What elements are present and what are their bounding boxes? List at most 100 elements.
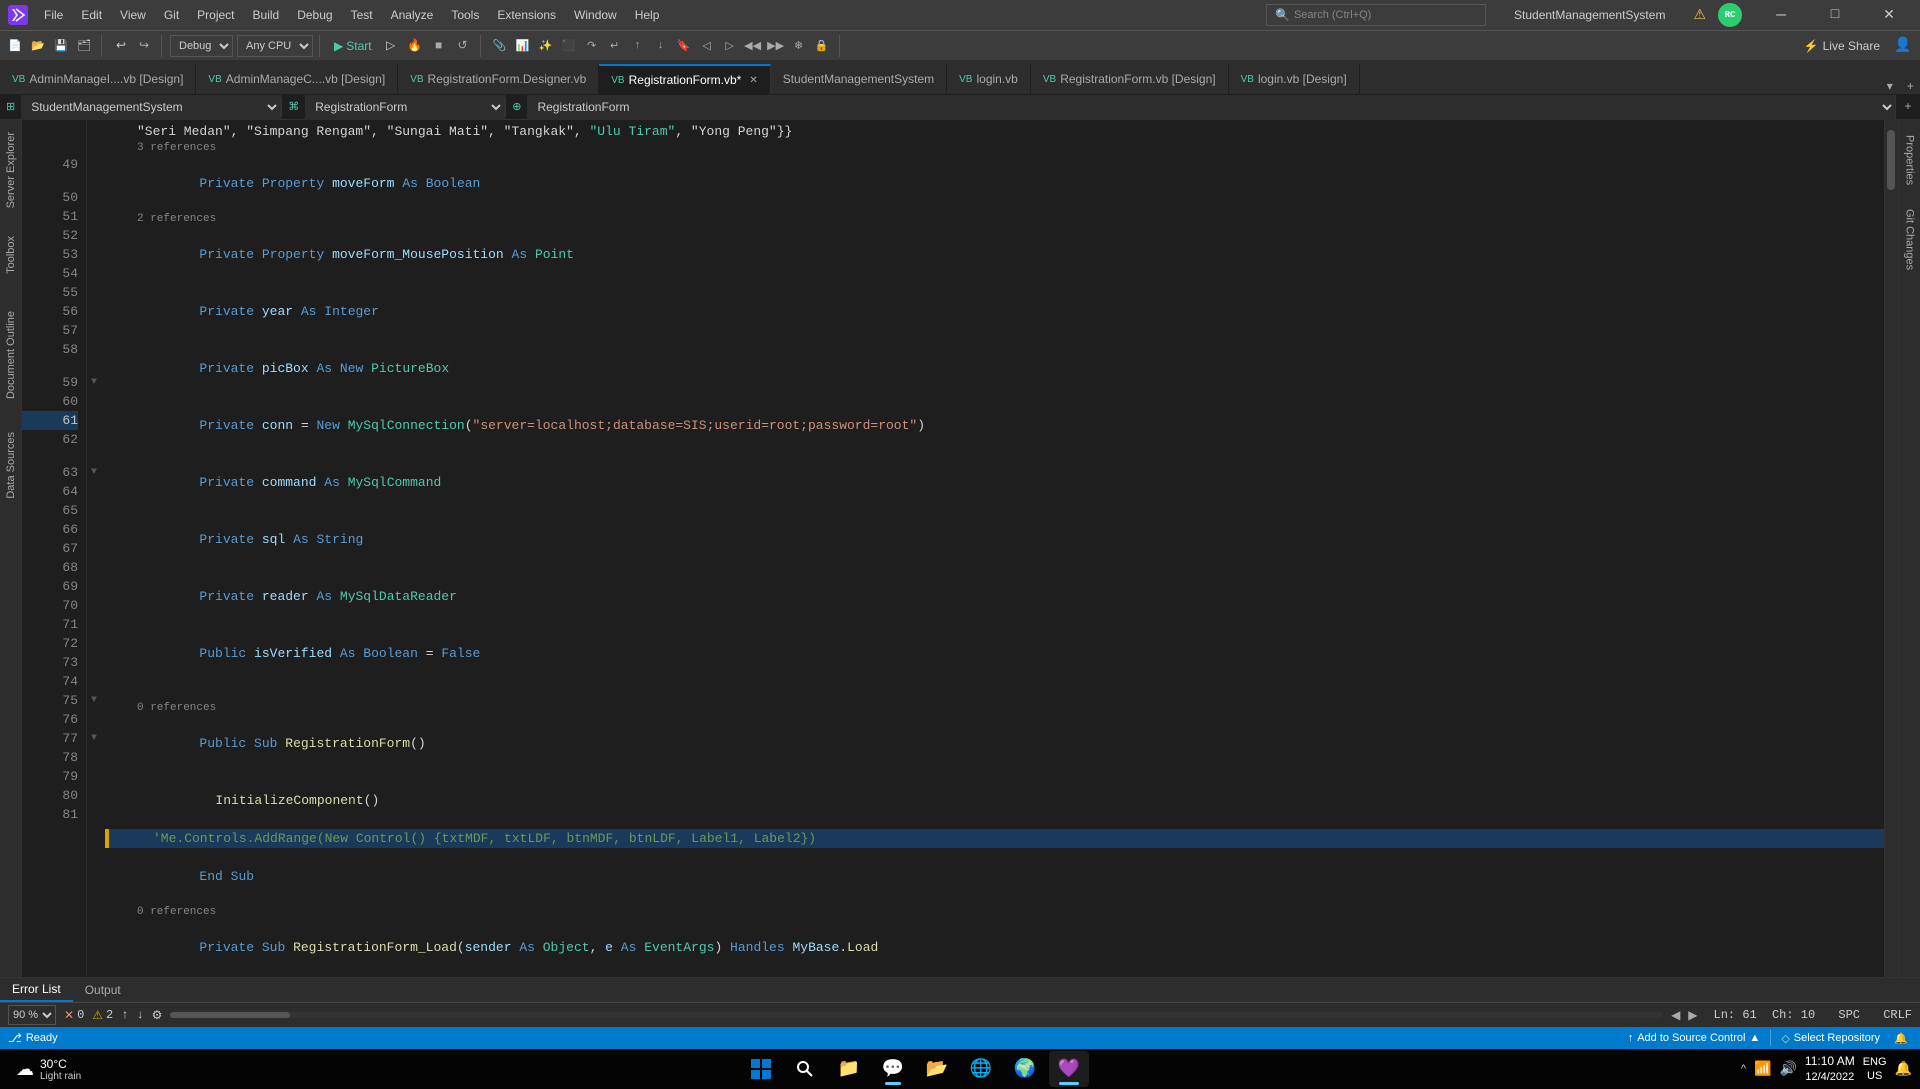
lock-btn[interactable]: 🔒	[811, 35, 833, 57]
attach-btn[interactable]: 📎	[489, 35, 511, 57]
nav-fwd-btn[interactable]: ▷	[719, 35, 741, 57]
tab-login-design[interactable]: VB login.vb [Design]	[1229, 64, 1360, 94]
nav-bw-btn[interactable]: ◀◀	[742, 35, 764, 57]
notification-center-btn[interactable]: 🔔	[1895, 1060, 1912, 1077]
step-over-btn[interactable]: ↷	[581, 35, 603, 57]
menu-git[interactable]: Git	[156, 6, 187, 24]
stop-btn[interactable]: ■	[428, 35, 450, 57]
error-list-tab[interactable]: Error List	[0, 977, 73, 1002]
freeze-btn[interactable]: ❄	[788, 35, 810, 57]
open-btn[interactable]: 📂	[27, 35, 49, 57]
scrollbar-thumb[interactable]	[1887, 130, 1895, 190]
filter-btn[interactable]: ⚙	[152, 1008, 163, 1023]
save-all-btn[interactable]: 🗂	[73, 35, 95, 57]
window-close[interactable]: ✕	[1866, 0, 1912, 30]
server-explorer-tab[interactable]: Server Explorer	[0, 120, 21, 220]
git-changes-tab[interactable]: Git Changes	[1900, 200, 1920, 280]
redo-btn[interactable]: ↪	[133, 35, 155, 57]
output-tab[interactable]: Output	[73, 977, 133, 1002]
tab-login-vb[interactable]: VB login.vb	[947, 64, 1031, 94]
profile-btn[interactable]: 👤	[1890, 33, 1916, 59]
data-sources-tab[interactable]: Data Sources	[0, 420, 21, 510]
search-taskbar-btn[interactable]	[785, 1051, 825, 1087]
window-minimize[interactable]: —	[1758, 0, 1804, 30]
tab-close-registration[interactable]: ✕	[749, 75, 757, 86]
select-repository-btn[interactable]: ◇ Select Repository	[1775, 1032, 1886, 1045]
menu-window[interactable]: Window	[566, 6, 625, 24]
edge-btn[interactable]: 🌐	[961, 1051, 1001, 1087]
warning-indicator[interactable]: ⚠ 2	[92, 1008, 113, 1023]
nav-back-btn[interactable]: ◁	[696, 35, 718, 57]
step-down-btn[interactable]: ↓	[650, 35, 672, 57]
taskbar-folder-btn[interactable]: 📂	[917, 1051, 957, 1087]
file-explorer-btn[interactable]: 📁	[829, 1051, 869, 1087]
code-content-area[interactable]: "Seri Medan", "Simpang Rengam", "Sungai …	[101, 120, 1884, 977]
member-selector[interactable]: RegistrationForm	[527, 95, 1895, 120]
menu-project[interactable]: Project	[189, 6, 242, 24]
volume-icon[interactable]: 🔊	[1779, 1060, 1796, 1077]
tab-overflow-btn[interactable]: ▾	[1879, 79, 1901, 94]
browser-btn[interactable]: 🌍	[1005, 1051, 1045, 1087]
tab-student-mgmt[interactable]: StudentManagementSystem	[771, 64, 947, 94]
menu-extensions[interactable]: Extensions	[489, 6, 564, 24]
network-icon[interactable]: 📶	[1754, 1060, 1771, 1077]
properties-tab[interactable]: Properties	[1900, 120, 1920, 200]
error-indicator[interactable]: ✕ 0	[64, 1008, 84, 1023]
search-box[interactable]: 🔍 Search (Ctrl+Q)	[1266, 4, 1486, 26]
menu-tools[interactable]: Tools	[443, 6, 487, 24]
menu-build[interactable]: Build	[245, 6, 288, 24]
class-selector[interactable]: RegistrationForm	[305, 95, 505, 120]
live-share-btn[interactable]: ⚡ Live Share	[1796, 39, 1888, 53]
tab-registration-form-active[interactable]: VB RegistrationForm.vb* ✕	[599, 64, 770, 94]
tray-expand-btn[interactable]: ^	[1741, 1063, 1746, 1075]
start-without-debug-btn[interactable]: ▷	[380, 35, 402, 57]
new-project-btn[interactable]: 📄	[4, 35, 26, 57]
add-source-control-btn[interactable]: ↑ Add to Source Control ▲	[1622, 1032, 1767, 1044]
nav-ff-btn[interactable]: ▶▶	[765, 35, 787, 57]
restart-btn[interactable]: ↺	[452, 35, 474, 57]
user-avatar[interactable]: RC	[1718, 3, 1742, 27]
code-cleanup-btn[interactable]: ✨	[535, 35, 557, 57]
window-maximize[interactable]: □	[1812, 0, 1858, 30]
menu-file[interactable]: File	[36, 6, 71, 24]
visual-studio-taskbar-btn[interactable]: 💜	[1049, 1051, 1089, 1087]
breakpoint-btn[interactable]: ⬛	[558, 35, 580, 57]
project-selector[interactable]: StudentManagementSystem	[21, 95, 281, 120]
tab-registration-design[interactable]: VB RegistrationForm.vb [Design]	[1031, 64, 1229, 94]
menu-edit[interactable]: Edit	[73, 6, 110, 24]
menu-debug[interactable]: Debug	[289, 6, 340, 24]
go-up-btn[interactable]: ↑	[121, 1008, 128, 1022]
add-tab-btn[interactable]: +	[1901, 80, 1920, 94]
undo-btn[interactable]: ↩	[110, 35, 132, 57]
menu-help[interactable]: Help	[627, 6, 668, 24]
document-outline-tab[interactable]: Document Outline	[0, 290, 21, 420]
lang-indicator[interactable]: ENG US	[1863, 1055, 1887, 1084]
vertical-scrollbar[interactable]	[1884, 120, 1898, 977]
perf-btn[interactable]: 📊	[512, 35, 534, 57]
bookmark-btn[interactable]: 🔖	[673, 35, 695, 57]
tab-registration-designer[interactable]: VB RegistrationForm.Designer.vb	[398, 64, 599, 94]
start-button[interactable]	[741, 1051, 781, 1087]
start-btn[interactable]: ▶ Start	[328, 35, 378, 57]
platform-select[interactable]: Any CPU	[237, 35, 313, 57]
hot-reload-btn[interactable]: 🔥	[404, 35, 426, 57]
step-out-btn[interactable]: ↑	[627, 35, 649, 57]
scroll-left-btn[interactable]: ◀	[1671, 1008, 1680, 1023]
menu-view[interactable]: View	[112, 6, 154, 24]
scroll-right-btn[interactable]: ▶	[1688, 1008, 1697, 1023]
step-into-btn[interactable]: ↵	[604, 35, 626, 57]
teams-btn[interactable]: 💬	[873, 1051, 913, 1087]
menu-analyze[interactable]: Analyze	[383, 6, 442, 24]
zoom-select[interactable]: 90 %	[8, 1005, 56, 1025]
go-down-btn[interactable]: ↓	[136, 1008, 143, 1022]
menu-test[interactable]: Test	[343, 6, 381, 24]
clock-date[interactable]: 11:10 AM 12/4/2022	[1805, 1054, 1855, 1084]
save-btn[interactable]: 💾	[50, 35, 72, 57]
add-file-btn[interactable]: +	[1895, 95, 1920, 120]
debug-config-select[interactable]: Debug	[170, 35, 233, 57]
toolbox-tab[interactable]: Toolbox	[0, 220, 21, 290]
tab-admin-manage-i[interactable]: VB AdminManageI....vb [Design]	[0, 64, 196, 94]
horizontal-scroll-bar[interactable]	[170, 1010, 1663, 1020]
weather-widget[interactable]: ☁ 30°C Light rain	[8, 1057, 89, 1082]
tab-admin-manage-c[interactable]: VB AdminManageC....vb [Design]	[196, 64, 398, 94]
